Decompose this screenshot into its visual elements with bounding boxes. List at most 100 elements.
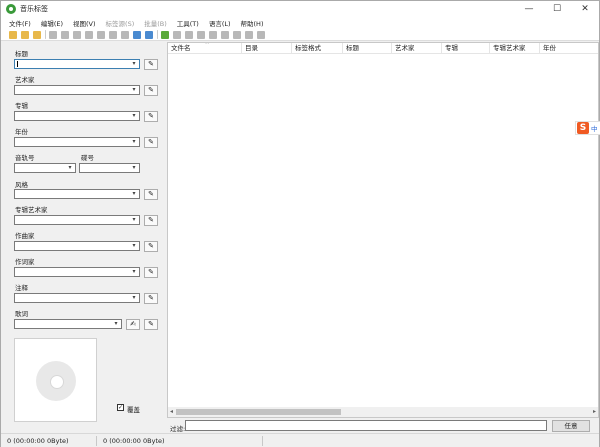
close-button[interactable]: ✕ <box>571 1 599 17</box>
export-icon[interactable] <box>245 30 253 39</box>
file-icon[interactable] <box>221 30 229 39</box>
recent-folder-icon[interactable] <box>33 30 41 39</box>
open-folder-icon[interactable] <box>9 30 17 39</box>
album-artist-wrench-button[interactable]: ✎ <box>144 215 158 226</box>
list-icon[interactable] <box>185 30 193 39</box>
menu-batch[interactable]: 批量(B) <box>144 18 167 28</box>
tools-icon[interactable] <box>97 30 105 39</box>
undo-icon[interactable] <box>73 30 81 39</box>
column-album-artist[interactable]: 专辑艺术家 <box>490 43 540 53</box>
menu-tag-source[interactable]: 标签源(S) <box>106 18 135 28</box>
scrollbar-thumb[interactable] <box>176 409 341 415</box>
view-list-icon[interactable] <box>133 30 141 39</box>
add-folder-icon[interactable] <box>21 30 29 39</box>
artist-field[interactable]: ▾ <box>14 85 140 95</box>
overwrite-checkbox[interactable]: ✓ <box>117 404 124 411</box>
status-bar: 0 (00:00:00 0Byte) 0 (00:00:00 0Byte) <box>1 433 599 447</box>
ime-toolbar[interactable]: S 中 <box>575 121 600 135</box>
menu-file[interactable]: 文件(F) <box>9 18 31 28</box>
chevron-down-icon[interactable]: ▾ <box>130 294 138 302</box>
filter-input[interactable] <box>185 420 547 431</box>
batch-icon[interactable] <box>173 30 181 39</box>
delete-icon[interactable] <box>61 30 69 39</box>
toolbar <box>1 29 599 41</box>
chevron-down-icon[interactable]: ▾ <box>130 60 138 68</box>
lyrics-wrench-button[interactable]: ✎ <box>144 319 158 330</box>
disc-placeholder-icon <box>36 361 76 401</box>
save-icon[interactable] <box>49 30 57 39</box>
window-title: 音乐标签 <box>20 5 48 13</box>
chevron-down-icon[interactable]: ▾ <box>130 164 138 172</box>
tag-source-icon[interactable] <box>161 30 169 39</box>
horizontal-scrollbar[interactable]: ◂ ▸ <box>168 407 598 417</box>
lyricist-label: 作词家 <box>15 258 35 266</box>
column-filename[interactable]: 文件名 ^ <box>168 43 242 53</box>
genre-field[interactable]: ▾ <box>14 189 140 199</box>
comment-wrench-button[interactable]: ✎ <box>144 293 158 304</box>
composer-field[interactable]: ▾ <box>14 241 140 251</box>
track-field[interactable]: ▾ <box>14 163 76 173</box>
minimize-button[interactable]: — <box>515 1 543 17</box>
lyricist-field[interactable]: ▾ <box>14 267 140 277</box>
chevron-down-icon[interactable]: ▾ <box>130 190 138 198</box>
title-wrench-button[interactable]: ✎ <box>144 59 158 70</box>
column-directory[interactable]: 目录 <box>242 43 292 53</box>
toolbar-separator <box>45 30 46 39</box>
network-icon[interactable] <box>233 30 241 39</box>
disc-field[interactable]: ▾ <box>79 163 140 173</box>
artist-wrench-button[interactable]: ✎ <box>144 85 158 96</box>
lyricist-wrench-button[interactable]: ✎ <box>144 267 158 278</box>
year-field[interactable]: ▾ <box>14 137 140 147</box>
audio-icon[interactable] <box>197 30 205 39</box>
column-artist[interactable]: 艺术家 <box>392 43 442 53</box>
comment-field[interactable]: ▾ <box>14 293 140 303</box>
menu-edit[interactable]: 编辑(E) <box>41 18 63 28</box>
track-label: 音轨号 <box>15 154 35 162</box>
lyrics-edit-button[interactable]: ✍ <box>126 319 140 330</box>
filter-mode-button[interactable]: 任意 <box>552 420 590 432</box>
composer-wrench-button[interactable]: ✎ <box>144 241 158 252</box>
chevron-down-icon[interactable]: ▾ <box>130 112 138 120</box>
genre-label: 风格 <box>15 181 28 189</box>
menu-tools[interactable]: 工具(T) <box>177 18 199 28</box>
status-selected: 0 (00:00:00 0Byte) <box>1 435 97 446</box>
column-headers: 文件名 ^ 目录 标签格式 标题 艺术家 专辑 专辑艺术家 年份 <box>168 43 598 54</box>
chevron-down-icon[interactable]: ▾ <box>130 268 138 276</box>
chevron-down-icon[interactable]: ▾ <box>130 86 138 94</box>
column-title[interactable]: 标题 <box>343 43 392 53</box>
wrench-tool-icon[interactable] <box>209 30 217 39</box>
album-wrench-button[interactable]: ✎ <box>144 111 158 122</box>
menu-help[interactable]: 帮助(H) <box>241 18 264 28</box>
settings-icon[interactable] <box>257 30 265 39</box>
chevron-down-icon[interactable]: ▾ <box>112 320 120 328</box>
chevron-down-icon[interactable]: ▾ <box>130 216 138 224</box>
album-field[interactable]: ▾ <box>14 111 140 121</box>
album-artist-field[interactable]: ▾ <box>14 215 140 225</box>
genre-wrench-button[interactable]: ✎ <box>144 189 158 200</box>
year-wrench-button[interactable]: ✎ <box>144 137 158 148</box>
album-cover[interactable] <box>14 338 97 422</box>
overwrite-label: 覆盖 <box>127 406 140 414</box>
lyrics-label: 歌词 <box>15 310 28 318</box>
copy-icon[interactable] <box>85 30 93 39</box>
sogou-logo-icon: S <box>577 122 589 134</box>
scroll-left-icon[interactable]: ◂ <box>170 407 173 417</box>
view-grid-icon[interactable] <box>145 30 153 39</box>
title-field[interactable]: ▾ <box>14 59 140 69</box>
ime-mode[interactable]: 中 <box>591 123 598 133</box>
column-tag-format[interactable]: 标签格式 <box>292 43 343 53</box>
menu-language[interactable]: 语言(L) <box>209 18 231 28</box>
convert-icon[interactable] <box>109 30 117 39</box>
app-window: 音乐标签 — ☐ ✕ 文件(F) 编辑(E) 视图(V) 标签源(S) 批量(B… <box>0 0 600 447</box>
chevron-down-icon[interactable]: ▾ <box>66 164 74 172</box>
chevron-down-icon[interactable]: ▾ <box>130 138 138 146</box>
scroll-right-icon[interactable]: ▸ <box>593 407 596 417</box>
menu-view[interactable]: 视图(V) <box>73 18 96 28</box>
window-controls: — ☐ ✕ <box>515 1 599 17</box>
chevron-down-icon[interactable]: ▾ <box>130 242 138 250</box>
maximize-button[interactable]: ☐ <box>543 1 571 17</box>
column-album[interactable]: 专辑 <box>442 43 490 53</box>
lyrics-field[interactable]: ▾ <box>14 319 122 329</box>
column-year[interactable]: 年份 <box>540 43 598 53</box>
refresh-icon[interactable] <box>121 30 129 39</box>
